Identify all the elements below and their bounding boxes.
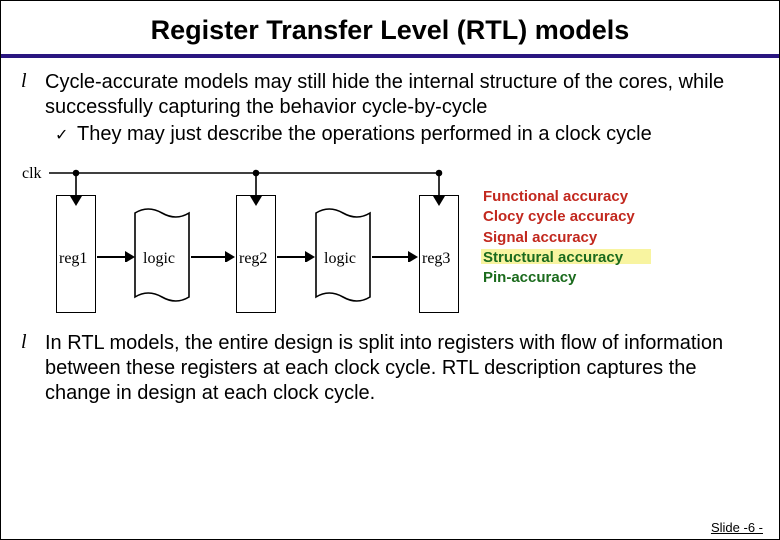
bullet-mark-l: l bbox=[21, 331, 45, 354]
arrow-icon bbox=[97, 250, 135, 262]
bullet-mark-check: ✓ bbox=[55, 122, 77, 145]
bullet-1: l Cycle-accurate models may still hide t… bbox=[21, 70, 759, 120]
reg3-label: reg3 bbox=[422, 250, 450, 268]
bullet-1-sub-text: They may just describe the operations pe… bbox=[77, 122, 759, 147]
clock-triangle-icon bbox=[250, 196, 262, 206]
logic2-label: logic bbox=[324, 250, 356, 268]
logic1-label: logic bbox=[143, 250, 175, 268]
accuracy-structural-wrap: Structural accuracy bbox=[483, 248, 623, 268]
accuracy-functional: Functional accuracy bbox=[483, 187, 635, 207]
slide-number: Slide -6 - bbox=[711, 520, 763, 535]
reg2-label: reg2 bbox=[239, 250, 267, 268]
arrow-icon bbox=[191, 250, 235, 262]
clock-triangle-icon bbox=[433, 196, 445, 206]
bullet-1-sub: ✓ They may just describe the operations … bbox=[55, 122, 759, 147]
content-top: l Cycle-accurate models may still hide t… bbox=[1, 58, 779, 147]
accuracy-structural: Structural accuracy bbox=[483, 249, 623, 266]
slide: Register Transfer Level (RTL) models l C… bbox=[0, 0, 780, 540]
clock-triangle-icon bbox=[70, 196, 82, 206]
content-bottom: l In RTL models, the entire design is sp… bbox=[1, 325, 779, 406]
bullet-1-text: Cycle-accurate models may still hide the… bbox=[45, 70, 759, 120]
bullet-2: l In RTL models, the entire design is sp… bbox=[21, 331, 759, 406]
arrow-icon bbox=[277, 250, 315, 262]
bullet-mark-l: l bbox=[21, 70, 45, 93]
accuracy-list: Functional accuracy Clocy cycle accuracy… bbox=[483, 187, 635, 288]
accuracy-pin: Pin-accuracy bbox=[483, 268, 635, 288]
slide-title: Register Transfer Level (RTL) models bbox=[1, 1, 779, 54]
clk-wire bbox=[21, 155, 461, 200]
accuracy-signal: Signal accuracy bbox=[483, 228, 635, 248]
rtl-diagram: clk reg1 logic reg2 bbox=[21, 155, 461, 325]
diagram-row: clk reg1 logic reg2 bbox=[1, 151, 779, 325]
reg1-label: reg1 bbox=[59, 250, 87, 268]
accuracy-clock-cycle: Clocy cycle accuracy bbox=[483, 207, 635, 227]
bullet-2-text: In RTL models, the entire design is spli… bbox=[45, 331, 759, 406]
arrow-icon bbox=[372, 250, 418, 262]
